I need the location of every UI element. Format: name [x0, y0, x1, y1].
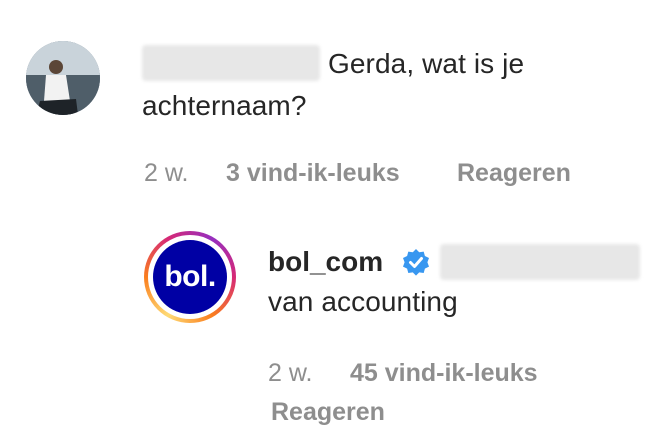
comment-text-line-2: achternaam? [142, 90, 307, 121]
verified-badge-icon [401, 248, 431, 278]
reply-avatar[interactable]: bol. [144, 231, 236, 323]
mentioned-username-blurred[interactable] [440, 244, 640, 280]
commenter-avatar[interactable] [26, 41, 100, 115]
comment-text-line-1: Gerda, wat is je [328, 48, 525, 79]
comment-timestamp[interactable]: 2 w. [144, 157, 188, 189]
bol-logo: bol. [153, 240, 227, 314]
reply-username[interactable]: bol_com [268, 242, 383, 282]
reply-reply-button[interactable]: Reageren [271, 396, 385, 428]
commenter-photo [26, 41, 100, 115]
commenter-username-blurred[interactable] [142, 45, 320, 81]
reply-timestamp[interactable]: 2 w. [268, 357, 312, 389]
reply-likes-count[interactable]: 45 vind-ik-leuks [350, 357, 538, 389]
comment-reply-button[interactable]: Reageren [457, 157, 571, 189]
reply-text: van accounting [268, 286, 458, 317]
comment-likes-count[interactable]: 3 vind-ik-leuks [226, 157, 400, 189]
